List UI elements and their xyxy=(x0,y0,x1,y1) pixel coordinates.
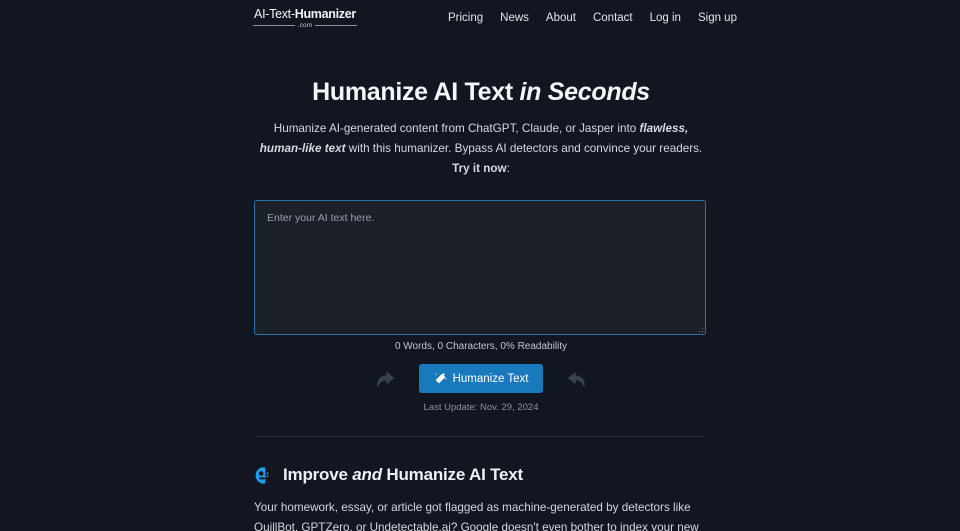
subtitle-cta: Try it now xyxy=(452,162,507,175)
nav-item-signup[interactable]: Sign up xyxy=(698,12,737,24)
nav-item-contact[interactable]: Contact xyxy=(593,12,633,24)
section-title: Improve and Humanize AI Text xyxy=(283,465,523,485)
logo-text-brand: Humanizer xyxy=(294,7,357,21)
humanize-button-label: Humanize Text xyxy=(452,372,529,385)
nav-item-login[interactable]: Log in xyxy=(650,12,681,24)
logo-wordmark: AI-Text-Humanizer xyxy=(253,8,357,21)
logo-rule-left xyxy=(253,25,295,27)
section-paragraph: Your homework, essay, or article got fla… xyxy=(254,501,699,531)
section-heading: Improve and Humanize AI Text xyxy=(254,465,708,485)
section-divider xyxy=(254,436,706,438)
section-title-part-1: Improve xyxy=(283,465,353,485)
subtitle-part-3: : xyxy=(506,162,510,175)
nav-item-pricing[interactable]: Pricing xyxy=(448,12,483,24)
magic-wand-icon xyxy=(434,372,447,385)
last-update-label: Last Update: Nov. 29, 2024 xyxy=(423,402,539,414)
textarea-holder xyxy=(254,200,706,336)
page-title-italic: in Seconds xyxy=(519,78,651,106)
nav-item-news[interactable]: News xyxy=(500,12,529,24)
logo-text-prefix: AI-Text- xyxy=(254,7,295,21)
nav-item-about[interactable]: About xyxy=(546,12,576,24)
logo-rule-right xyxy=(315,25,358,27)
text-statistics: 0 Words, 0 Characters, 0% Readability xyxy=(394,341,568,353)
ai-head-icon xyxy=(254,466,273,485)
ai-text-input[interactable] xyxy=(254,200,706,336)
subtitle-part-1: Humanize AI-generated content from ChatG… xyxy=(273,121,640,135)
page-title-plain: Humanize AI Text xyxy=(312,78,520,106)
curved-arrow-left-icon xyxy=(565,367,589,391)
humanize-text-button[interactable]: Humanize Text xyxy=(418,364,544,394)
section-title-italic: and xyxy=(352,465,382,485)
site-logo[interactable]: AI-Text-Humanizer .com xyxy=(253,8,358,30)
curved-arrow-right-icon xyxy=(373,367,397,391)
page-subtitle: Humanize AI-generated content from ChatG… xyxy=(254,119,708,179)
subtitle-part-2: with this humanizer. Bypass AI detectors… xyxy=(345,141,703,155)
main-content: Humanize AI Text in Seconds Humanize AI-… xyxy=(252,78,708,531)
logo-domain-row: .com xyxy=(253,21,358,30)
site-header: AI-Text-Humanizer .com Pricing News Abou… xyxy=(0,0,960,40)
action-row: Humanize Text xyxy=(254,364,708,394)
editor-area: 0 Words, 0 Characters, 0% Readability Hu… xyxy=(254,200,708,413)
section-title-part-2: Humanize AI Text xyxy=(381,465,524,485)
page-title: Humanize AI Text in Seconds xyxy=(254,78,708,107)
logo-domain: .com xyxy=(297,21,313,29)
main-navigation: Pricing News About Contact Log in Sign u… xyxy=(448,12,737,24)
